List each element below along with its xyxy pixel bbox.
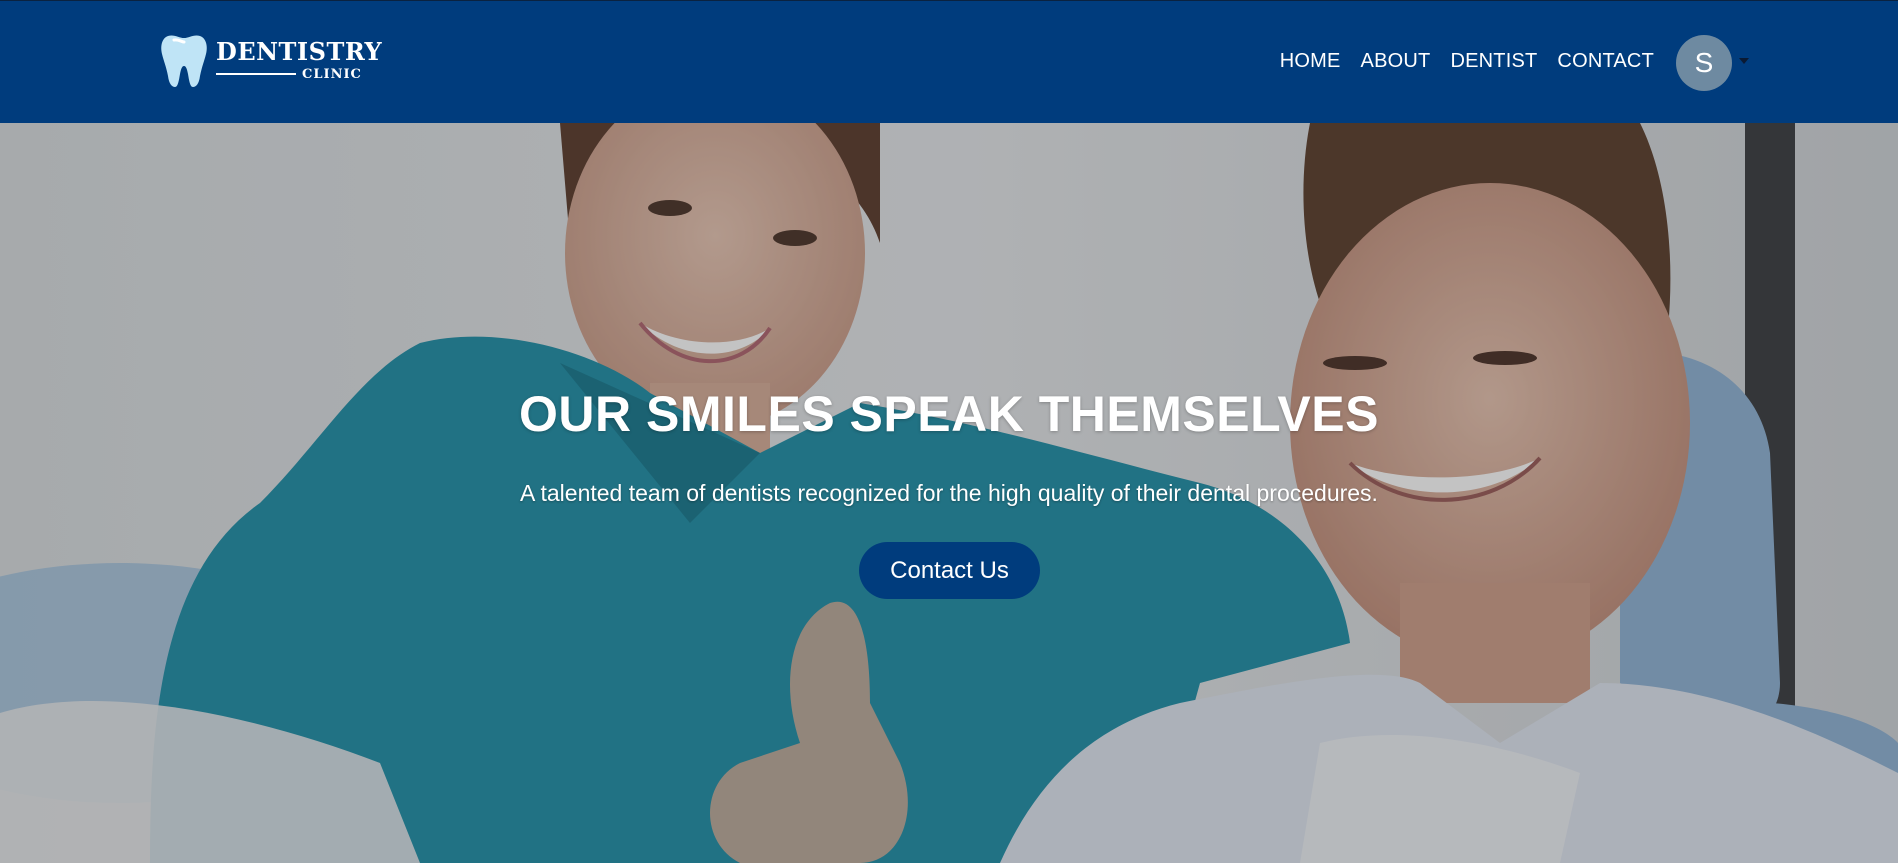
main-nav: HOME ABOUT DENTIST CONTACT <box>1280 50 1654 73</box>
user-avatar[interactable]: S <box>1676 35 1732 91</box>
brand-name: DENTISTRY <box>216 36 383 66</box>
nav-about[interactable]: ABOUT <box>1361 50 1431 73</box>
caret-down-icon[interactable] <box>1739 58 1749 64</box>
tooth-icon <box>161 35 207 87</box>
brand-divider <box>216 73 296 75</box>
brand-subtitle: CLINIC <box>302 66 362 82</box>
nav-home[interactable]: HOME <box>1280 50 1341 73</box>
nav-dentist[interactable]: DENTIST <box>1450 50 1537 73</box>
hero-title: OUR SMILES SPEAK THEMSELVES <box>519 386 1379 442</box>
hero-subtitle: A talented team of dentists recognized f… <box>520 480 1378 506</box>
navbar: DENTISTRY CLINIC HOME ABOUT DENTIST CONT… <box>0 0 1898 123</box>
contact-us-button[interactable]: Contact Us <box>859 542 1040 599</box>
hero-section: OUR SMILES SPEAK THEMSELVES A talented t… <box>0 123 1898 863</box>
nav-contact[interactable]: CONTACT <box>1557 50 1654 73</box>
brand-logo[interactable]: DENTISTRY CLINIC <box>160 31 382 89</box>
